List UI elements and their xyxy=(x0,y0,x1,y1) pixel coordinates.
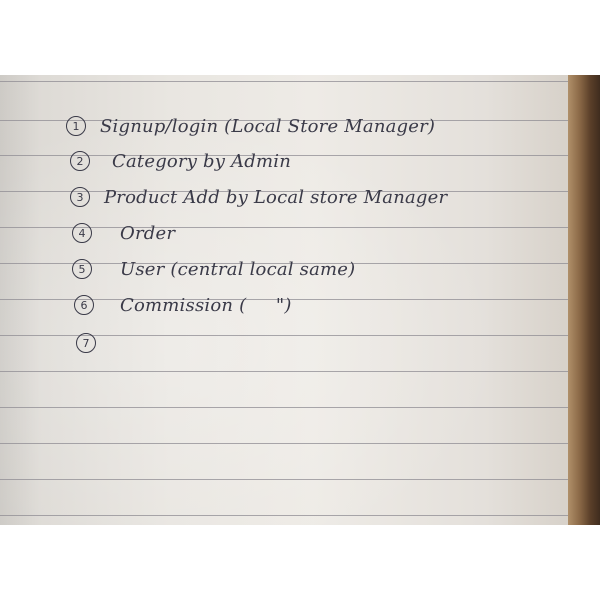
list-item: 5 User (central local same) xyxy=(72,245,355,281)
notebook-binding-edge xyxy=(568,75,600,525)
list-item: 1 Signup/login (Local Store Manager) xyxy=(66,102,435,138)
list-item-text: Order xyxy=(120,223,176,244)
item-number-badge: 4 xyxy=(72,223,92,243)
ruled-line xyxy=(0,371,570,372)
ruled-line xyxy=(0,407,570,408)
page-shadow xyxy=(0,75,40,525)
list-item: 6 Commission ( ") xyxy=(74,281,292,317)
list-item: 4 Order xyxy=(72,209,175,245)
ruled-line xyxy=(0,515,570,516)
list-item-text: Commission ( ") xyxy=(120,295,292,316)
item-number-badge: 2 xyxy=(70,151,90,171)
list-item-text: Signup/login (Local Store Manager) xyxy=(100,116,436,137)
ruled-line xyxy=(0,479,570,480)
ruled-line xyxy=(0,443,570,444)
list-item-text: User (central local same) xyxy=(120,259,356,280)
notebook-page: 1 Signup/login (Local Store Manager) 2 C… xyxy=(0,75,570,525)
item-number-badge: 6 xyxy=(74,295,94,315)
item-number-badge: 7 xyxy=(76,333,96,353)
item-number-badge: 5 xyxy=(72,259,92,279)
list-item: 2 Category by Admin xyxy=(70,137,291,173)
list-item: 3 Product Add by Local store Manager xyxy=(70,173,447,209)
list-item-text: Category by Admin xyxy=(112,151,291,172)
list-item: 7 xyxy=(76,319,110,355)
item-number-badge: 1 xyxy=(66,116,86,136)
notebook-photo: 1 Signup/login (Local Store Manager) 2 C… xyxy=(0,75,600,525)
ruled-line xyxy=(0,81,570,82)
item-number-badge: 3 xyxy=(70,187,90,207)
list-item-text: Product Add by Local store Manager xyxy=(104,187,448,208)
